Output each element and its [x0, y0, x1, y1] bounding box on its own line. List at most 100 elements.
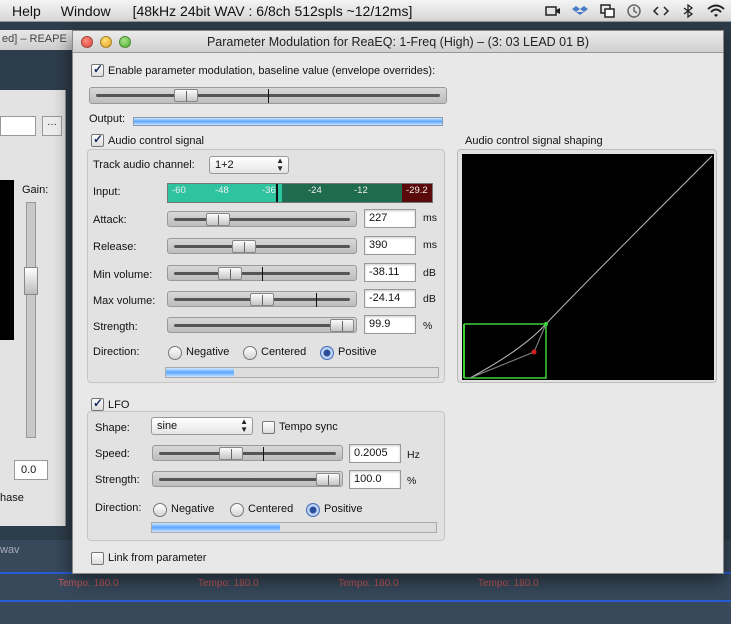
audio-control-checkbox[interactable]	[91, 132, 104, 147]
lfo-speed-slider[interactable]	[152, 445, 343, 461]
input-tick: -48	[215, 185, 229, 196]
audio-status: [48kHz 24bit WAV : 6/8ch 512spls ~12/12m…	[132, 2, 413, 19]
lfo-strength-slider-thumb[interactable]	[316, 473, 340, 486]
window-title: Parameter Modulation for ReaEQ: 1-Freq (…	[206, 35, 590, 49]
min-volume-slider[interactable]	[167, 265, 357, 281]
time-machine-icon[interactable]	[626, 3, 642, 19]
window-titlebar[interactable]: Parameter Modulation for ReaEQ: 1-Freq (…	[73, 31, 723, 53]
lfo-speed-slider-thumb[interactable]	[219, 447, 243, 460]
link-parameter-checkbox[interactable]	[91, 552, 104, 565]
attack-value[interactable]: 227	[364, 209, 416, 228]
release-slider[interactable]	[167, 238, 357, 254]
release-value[interactable]: 390	[364, 236, 416, 255]
baseline-slider-thumb[interactable]	[174, 89, 198, 102]
chevron-updown-icon: ▲ ▼	[240, 417, 248, 434]
gain-thumb[interactable]	[24, 267, 38, 295]
code-arrows-icon[interactable]	[652, 3, 670, 19]
input-meter: -60 -48 -36 -24 -12 -29.2	[167, 183, 433, 203]
curve-control-point[interactable]	[531, 349, 537, 355]
audio-direction-centered-label: Centered	[261, 346, 307, 358]
lfo-label: LFO	[108, 399, 130, 411]
lfo-strength-value[interactable]: 100.0	[349, 470, 401, 489]
menubar: Help Window [48kHz 24bit WAV : 6/8ch 512…	[0, 0, 731, 22]
audio-direction-label: Direction:	[93, 346, 140, 358]
track-line	[0, 600, 731, 602]
audio-direction-centered-radio[interactable]	[243, 346, 257, 360]
attack-slider-thumb[interactable]	[206, 213, 230, 226]
parameter-modulation-window: Parameter Modulation for ReaEQ: 1-Freq (…	[72, 30, 724, 574]
audio-strength-slider[interactable]	[167, 317, 357, 333]
baseline-slider[interactable]	[89, 87, 447, 104]
curve-anchor-point[interactable]	[544, 322, 548, 326]
wifi-icon[interactable]	[707, 3, 725, 19]
min-volume-unit: dB	[423, 267, 436, 279]
tempo-sync-checkbox[interactable]	[262, 421, 275, 434]
max-volume-slider-thumb[interactable]	[250, 293, 274, 306]
track-channel-value: 1+2	[215, 159, 234, 171]
track-channel-select[interactable]: 1+2 ▲ ▼	[209, 156, 289, 174]
tempo-sync-label: Tempo sync	[279, 421, 338, 433]
tempo-marker: Tempo: 180.0	[198, 578, 259, 589]
min-volume-value[interactable]: -38.11	[364, 263, 416, 282]
background-graph	[0, 180, 14, 340]
lfo-direction-negative-radio[interactable]	[153, 503, 167, 517]
menubar-tray	[545, 3, 725, 19]
track-channel-label: Track audio channel:	[93, 159, 195, 171]
menu-help[interactable]: Help	[12, 3, 41, 19]
background-browse-button[interactable]: …	[42, 116, 62, 136]
menu-window[interactable]: Window	[61, 3, 111, 19]
audio-strength-unit: %	[423, 320, 433, 332]
input-peak-marker	[276, 184, 278, 202]
input-tick: -36	[262, 185, 276, 196]
enable-modulation-checkbox[interactable]	[91, 62, 104, 77]
lfo-speed-unit: Hz	[407, 449, 420, 461]
tempo-marker: Tempo: 180.0	[478, 578, 539, 589]
audio-strength-slider-thumb[interactable]	[330, 319, 354, 332]
background-input[interactable]	[0, 116, 36, 136]
lfo-speed-label: Speed:	[95, 448, 130, 460]
input-range-band	[282, 184, 402, 202]
attack-unit: ms	[423, 212, 437, 224]
lfo-shape-label: Shape:	[95, 422, 130, 434]
dropbox-icon[interactable]	[572, 3, 588, 19]
audio-strength-value[interactable]: 99.9	[364, 315, 416, 334]
release-slider-thumb[interactable]	[232, 240, 256, 253]
wav-label: wav	[0, 544, 20, 556]
lfo-shape-select[interactable]: sine ▲ ▼	[151, 417, 253, 435]
phase-label: hase	[0, 492, 24, 504]
attack-slider[interactable]	[167, 211, 357, 227]
release-unit: ms	[423, 239, 437, 251]
max-volume-label: Max volume:	[93, 295, 156, 307]
camera-icon[interactable]	[545, 3, 561, 19]
max-volume-value[interactable]: -24.14	[364, 289, 416, 308]
min-volume-slider-thumb[interactable]	[218, 267, 242, 280]
reaper-window-title: ed] – REAPE	[0, 30, 80, 50]
min-volume-label: Min volume:	[93, 269, 153, 281]
lfo-signal-fill	[152, 523, 280, 532]
bluetooth-icon[interactable]	[680, 3, 696, 19]
lfo-checkbox[interactable]	[91, 396, 104, 411]
audio-direction-positive-radio[interactable]	[320, 346, 334, 360]
windows-icon[interactable]	[599, 3, 615, 19]
input-tick: -24	[308, 185, 322, 196]
audio-strength-label: Strength:	[93, 321, 138, 333]
input-tick: -29.2	[406, 185, 428, 196]
gain-slider[interactable]	[24, 202, 38, 438]
input-label: Input:	[93, 186, 121, 198]
attack-label: Attack:	[93, 214, 127, 226]
link-parameter-label: Link from parameter	[108, 552, 207, 564]
lfo-direction-centered-radio[interactable]	[230, 503, 244, 517]
lfo-direction-positive-radio[interactable]	[306, 503, 320, 517]
lfo-speed-value[interactable]: 0.2005	[349, 444, 401, 463]
max-volume-slider[interactable]	[167, 291, 357, 307]
shaping-curve-graph[interactable]	[462, 154, 714, 380]
gain-value[interactable]: 0.0	[14, 460, 48, 480]
lfo-shape-value: sine	[157, 420, 178, 432]
audio-signal-meter	[165, 367, 439, 378]
audio-direction-negative-radio[interactable]	[168, 346, 182, 360]
lfo-strength-slider[interactable]	[152, 471, 343, 487]
lfo-strength-unit: %	[407, 475, 417, 487]
audio-control-label: Audio control signal	[108, 135, 205, 147]
tempo-marker: Tempo: 180.0	[58, 578, 119, 589]
input-tick: -12	[354, 185, 368, 196]
